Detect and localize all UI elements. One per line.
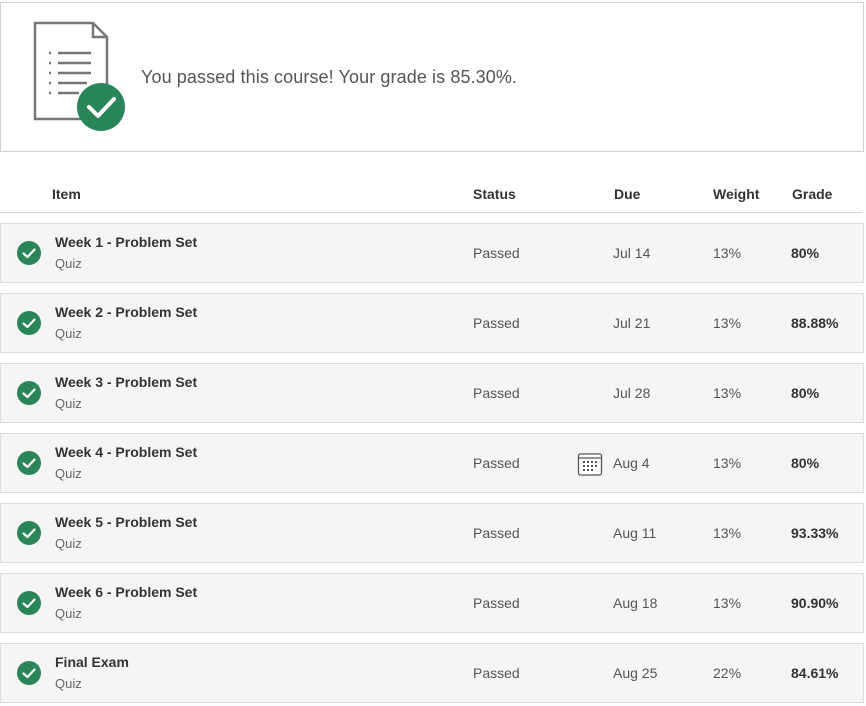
item-type: Quiz <box>55 676 82 691</box>
grade-value: 93.33% <box>791 525 839 541</box>
status-text: Passed <box>473 595 520 611</box>
check-circle-icon <box>17 311 41 335</box>
table-row[interactable]: Final Exam Quiz Passed Aug 25 22% 84.61% <box>0 643 864 703</box>
table-row[interactable]: Week 6 - Problem Set Quiz Passed Aug 18 … <box>0 573 864 633</box>
weight-value: 13% <box>713 455 742 471</box>
course-grade-message: You passed this course! Your grade is 85… <box>141 67 518 87</box>
grades-table-header: Item Status Due Weight Grade <box>0 186 862 213</box>
item-type: Quiz <box>55 606 82 621</box>
check-circle-icon <box>17 451 41 475</box>
item-type: Quiz <box>55 256 82 271</box>
item-title-link[interactable]: Final Exam <box>55 654 129 670</box>
item-type: Quiz <box>55 536 82 551</box>
course-result-banner: You passed this course! Your grade is 85… <box>0 2 864 152</box>
weight-value: 13% <box>713 245 742 261</box>
item-title-link[interactable]: Week 3 - Problem Set <box>55 374 197 390</box>
grade-value: 90.90% <box>791 595 839 611</box>
item-title-link[interactable]: Week 6 - Problem Set <box>55 584 197 600</box>
header-due: Due <box>614 186 641 202</box>
header-weight: Weight <box>713 186 760 202</box>
table-row[interactable]: Week 4 - Problem Set Quiz Passed Aug 4 1… <box>0 433 864 493</box>
due-date: Aug 25 <box>613 665 658 681</box>
status-text: Passed <box>473 315 520 331</box>
due-date: Aug 4 <box>613 455 650 471</box>
due-date: Jul 21 <box>613 315 651 331</box>
check-circle-icon <box>17 521 41 545</box>
table-row[interactable]: Week 1 - Problem Set Quiz Passed Jul 14 … <box>0 223 864 283</box>
check-circle-icon <box>17 661 41 685</box>
due-date: Aug 11 <box>613 525 657 541</box>
item-title-link[interactable]: Week 5 - Problem Set <box>55 514 197 530</box>
table-row[interactable]: Week 2 - Problem Set Quiz Passed Jul 21 … <box>0 293 864 353</box>
status-text: Passed <box>473 455 520 471</box>
weight-value: 22% <box>713 665 742 681</box>
check-circle-icon <box>17 241 41 265</box>
item-type: Quiz <box>55 466 82 481</box>
status-text: Passed <box>473 665 520 681</box>
status-text: Passed <box>473 525 520 541</box>
grade-value: 84.61% <box>791 665 839 681</box>
item-title-link[interactable]: Week 1 - Problem Set <box>55 234 197 250</box>
due-date: Jul 14 <box>613 245 651 261</box>
grade-value: 88.88% <box>791 315 839 331</box>
document-check-icon <box>33 21 125 131</box>
item-type: Quiz <box>55 396 82 411</box>
status-text: Passed <box>473 385 520 401</box>
header-status: Status <box>473 186 516 202</box>
calendar-icon[interactable] <box>577 451 603 477</box>
due-date: Aug 18 <box>613 595 658 611</box>
weight-value: 13% <box>713 315 742 331</box>
grade-value: 80% <box>791 455 820 471</box>
item-title-link[interactable]: Week 2 - Problem Set <box>55 304 197 320</box>
grade-value: 80% <box>791 245 820 261</box>
header-item: Item <box>52 186 81 202</box>
weight-value: 13% <box>713 385 742 401</box>
grade-value: 80% <box>791 385 820 401</box>
table-row[interactable]: Week 5 - Problem Set Quiz Passed Aug 11 … <box>0 503 864 563</box>
due-date: Jul 28 <box>613 385 651 401</box>
status-text: Passed <box>473 245 520 261</box>
item-title-link[interactable]: Week 4 - Problem Set <box>55 444 197 460</box>
check-circle-icon <box>17 591 41 615</box>
item-type: Quiz <box>55 326 82 341</box>
weight-value: 13% <box>713 595 742 611</box>
header-grade: Grade <box>792 186 833 202</box>
weight-value: 13% <box>713 525 742 541</box>
check-circle-icon <box>17 381 41 405</box>
table-row[interactable]: Week 3 - Problem Set Quiz Passed Jul 28 … <box>0 363 864 423</box>
